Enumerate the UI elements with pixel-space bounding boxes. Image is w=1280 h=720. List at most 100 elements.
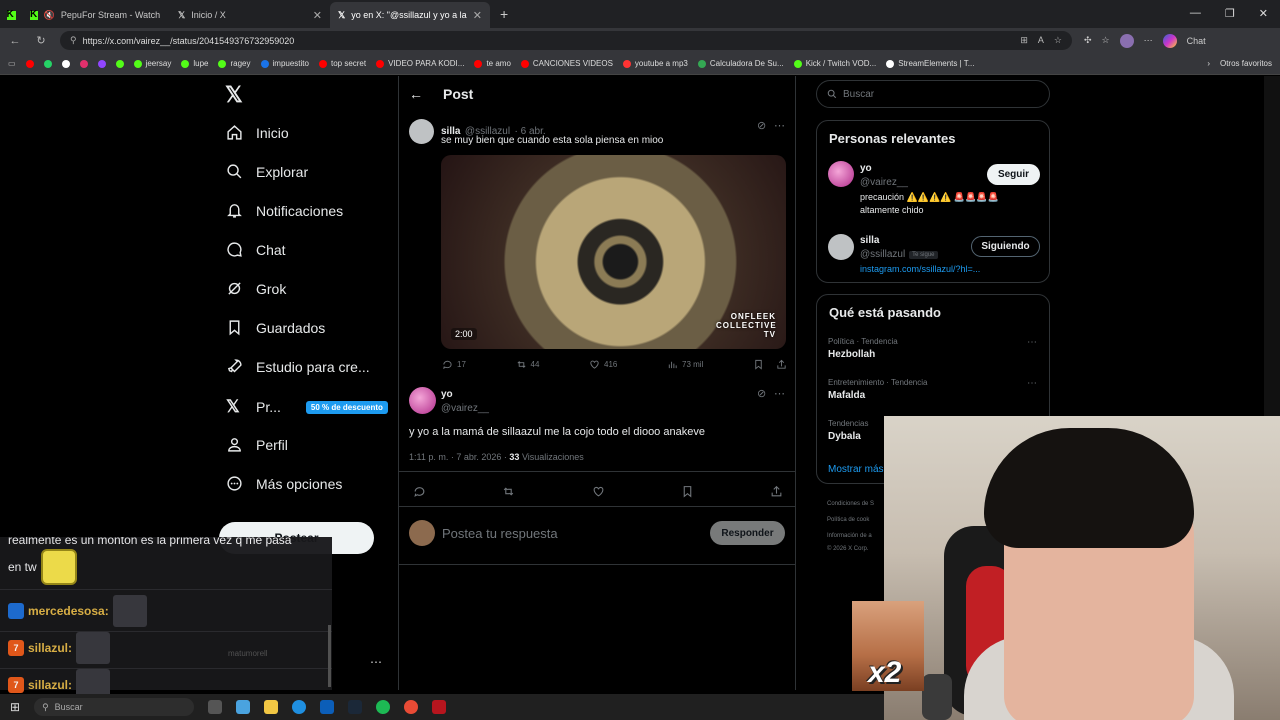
other-bookmarks-folder[interactable]: Otros favoritos xyxy=(1220,59,1272,68)
person-name[interactable]: silla xyxy=(860,235,879,246)
trend-item[interactable]: Política · Tendencia Hezbollah xyxy=(828,337,898,360)
site-info-icon[interactable]: ⚲ xyxy=(70,35,77,46)
steam-icon[interactable] xyxy=(348,700,363,714)
bookmark-item[interactable] xyxy=(61,59,70,68)
nav-item-chat[interactable]: Chat xyxy=(226,241,286,258)
close-icon[interactable]: ✕ xyxy=(313,9,322,22)
mute-icon[interactable]: 🔇 xyxy=(44,10,55,21)
bookmark-item[interactable] xyxy=(97,59,106,68)
repost-icon[interactable] xyxy=(502,485,515,498)
more-icon[interactable]: ⋯ xyxy=(774,387,785,400)
nav-item-grok[interactable]: Grok xyxy=(226,280,286,297)
url-field[interactable]: ⚲ https://x.com/vairez__/status/20415493… xyxy=(60,31,1072,50)
back-arrow-icon[interactable]: ← xyxy=(409,86,423,102)
bookmark-item[interactable] xyxy=(25,59,34,68)
back-icon[interactable]: ← xyxy=(8,35,22,47)
nav-item-premium[interactable]: 𝕏 Pr... 50 % de descuento xyxy=(226,397,388,417)
nav-item-guardados[interactable]: Guardados xyxy=(226,319,325,336)
grok-icon[interactable]: ⊘ xyxy=(757,119,766,132)
avatar[interactable] xyxy=(828,161,854,187)
close-window-icon[interactable]: ✕ xyxy=(1259,7,1268,20)
person-name[interactable]: yo xyxy=(860,163,872,174)
tab-inicio[interactable]: 𝕏 Inicio / X ✕ xyxy=(170,2,330,28)
edge-icon[interactable] xyxy=(292,700,307,714)
bookmark-item[interactable] xyxy=(79,59,88,68)
bookmark-item[interactable]: Calculadora De Su... xyxy=(697,59,784,68)
read-aloud-icon[interactable]: A xyxy=(1038,35,1044,46)
nav-item-inicio[interactable]: Inicio xyxy=(226,124,289,141)
chat-label[interactable]: Chat xyxy=(1187,36,1206,46)
profile-avatar[interactable] xyxy=(1119,33,1134,48)
grok-icon[interactable]: ⊘ xyxy=(757,387,766,400)
chevron-right-icon[interactable]: › xyxy=(1207,59,1210,68)
taskbar-search[interactable]: ⚲ Buscar xyxy=(34,698,195,716)
menu-icon[interactable]: ⋯ xyxy=(1144,35,1153,46)
tab-post[interactable]: 𝕏 yo en X: "@ssillazul y yo a la mam ✕ xyxy=(330,2,490,28)
spotify-icon[interactable] xyxy=(376,700,391,714)
bookmark-item[interactable]: te amo xyxy=(474,59,511,68)
author-name[interactable]: yo xyxy=(441,389,453,400)
obs-icon[interactable] xyxy=(404,700,419,714)
bookmark-item[interactable]: jeersay xyxy=(133,59,171,68)
minimize-icon[interactable]: — xyxy=(1190,7,1201,20)
file-explorer-icon[interactable] xyxy=(264,700,279,714)
bookmark-item[interactable]: ragey xyxy=(218,59,251,68)
reply-icon[interactable] xyxy=(413,485,426,498)
extensions-icon[interactable]: ✣ xyxy=(1084,35,1092,46)
more-icon[interactable]: ⋯ xyxy=(1027,378,1037,389)
person-link[interactable]: instagram.com/ssillazul/?hl=... xyxy=(860,264,980,274)
views-button[interactable]: 73 mil xyxy=(667,359,703,370)
following-button[interactable]: Siguiendo xyxy=(971,236,1040,257)
more-icon[interactable]: ⋯ xyxy=(774,119,785,132)
new-tab-button[interactable]: + xyxy=(490,6,518,28)
chat-username[interactable]: sillazul: xyxy=(28,641,72,655)
avatar[interactable] xyxy=(409,387,436,414)
windows-start-icon[interactable]: ⊞ xyxy=(10,700,20,714)
install-icon[interactable]: ⊞ xyxy=(1020,35,1028,46)
tweet-timestamp[interactable]: 1:11 p. m. · 7 abr. 2026 · xyxy=(409,452,507,462)
reply-input[interactable]: Postea tu respuesta xyxy=(442,526,558,541)
bookmark-item[interactable]: lupe xyxy=(181,59,208,68)
close-icon[interactable]: ✕ xyxy=(473,9,482,22)
copilot-icon[interactable] xyxy=(1162,33,1177,48)
task-view-icon[interactable] xyxy=(208,700,223,714)
bookmark-item[interactable]: youtube a mp3 xyxy=(622,59,688,68)
trend-item[interactable]: Entretenimiento · Tendencia Mafalda xyxy=(828,378,927,401)
chat-username[interactable]: sillazul: xyxy=(28,678,72,692)
favorites-icon[interactable]: ☆ xyxy=(1102,35,1110,46)
bookmark-icon[interactable] xyxy=(753,359,764,370)
bookmark-item[interactable]: VIDEO PARA KODI... xyxy=(376,59,464,68)
tab-pepufor[interactable]: 🔇 PepuFor Stream - Watch Live xyxy=(22,2,170,28)
like-button[interactable]: 416 xyxy=(589,359,617,370)
nav-item-explorar[interactable]: Explorar xyxy=(226,163,308,180)
widget-icon[interactable] xyxy=(236,700,251,714)
video-player[interactable]: 2:00 ONFLEEK COLLECTIVE TV xyxy=(441,155,786,349)
footer-link[interactable]: Información de a xyxy=(827,533,872,539)
repost-button[interactable]: 44 xyxy=(516,359,539,370)
footer-link[interactable]: Condiciones de S xyxy=(827,501,874,507)
bookmark-item[interactable]: impuestito xyxy=(260,59,309,68)
share-icon[interactable] xyxy=(770,485,783,498)
nav-item-perfil[interactable]: Perfil xyxy=(226,436,288,453)
reply-button[interactable]: 17 xyxy=(442,359,466,370)
chat-scrollbar[interactable] xyxy=(328,625,331,687)
trend-item[interactable]: Tendencias Dybala xyxy=(828,419,868,442)
nav-item-mas-opciones[interactable]: Más opciones xyxy=(226,475,342,492)
reply-submit-button[interactable]: Responder xyxy=(710,521,785,545)
refresh-icon[interactable]: ↻ xyxy=(34,34,48,47)
app-icon[interactable] xyxy=(432,700,447,714)
more-icon[interactable]: ⋯ xyxy=(1027,337,1037,348)
bookmark-folder-icon[interactable]: ▭ xyxy=(8,59,16,68)
heart-icon[interactable] xyxy=(592,485,605,498)
show-more-link[interactable]: Mostrar más xyxy=(828,464,884,475)
star-icon[interactable]: ☆ xyxy=(1054,35,1062,46)
bookmark-item[interactable]: Kick / Twitch VOD... xyxy=(793,59,876,68)
bookmark-icon[interactable] xyxy=(681,485,694,498)
bookmark-item[interactable]: top secret xyxy=(318,59,366,68)
more-icon[interactable]: ⋯ xyxy=(370,655,382,669)
bookmark-item[interactable] xyxy=(115,59,124,68)
chat-username[interactable]: mercedesosa: xyxy=(28,604,109,618)
nav-item-notificaciones[interactable]: Notificaciones xyxy=(226,202,343,219)
person-handle[interactable]: @ssillazul xyxy=(860,249,905,260)
restore-icon[interactable]: ❐ xyxy=(1225,7,1235,20)
